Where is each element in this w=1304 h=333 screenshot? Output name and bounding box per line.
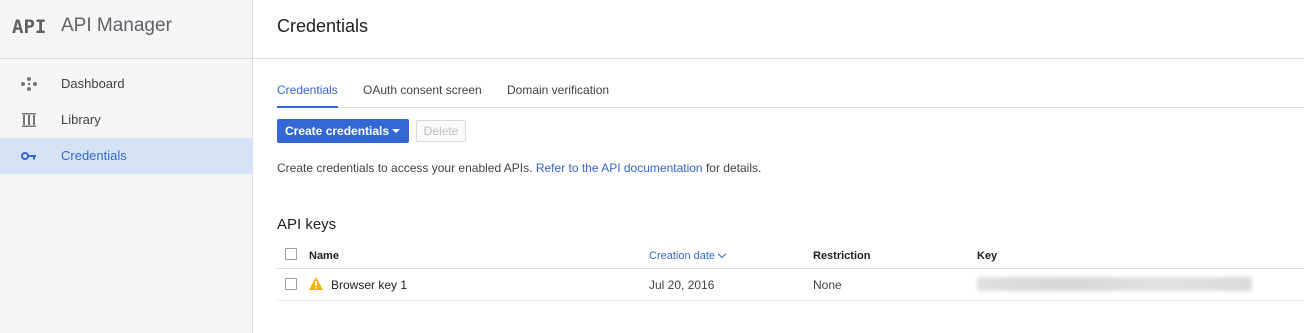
column-header-key[interactable]: Key	[977, 250, 997, 262]
api-logo: API	[12, 16, 47, 38]
page-header: Credentials	[253, 0, 1304, 59]
sidebar-item-label: Credentials	[61, 148, 127, 163]
key-icon	[21, 152, 36, 160]
main-content: Credentials Credentials OAuth consent sc…	[253, 0, 1304, 333]
dropdown-caret-icon	[392, 129, 400, 133]
create-credentials-label: Create credentials	[285, 124, 390, 138]
sidebar-item-library[interactable]: Library	[0, 102, 252, 138]
sort-descending-icon	[717, 249, 727, 259]
column-header-creation-date-label: Creation date	[649, 250, 716, 262]
helper-text: Create credentials to access your enable…	[277, 161, 761, 175]
redacted-key-value	[977, 277, 1252, 291]
table-header-row: Name Creation date Restriction Key	[277, 242, 1304, 269]
sidebar: API API Manager Dashboard Library Creden…	[0, 0, 253, 333]
delete-button[interactable]: Delete	[416, 120, 466, 142]
sidebar-item-label: Library	[61, 112, 101, 127]
create-credentials-button[interactable]: Create credentials	[277, 119, 409, 143]
warning-icon	[309, 277, 323, 290]
row-checkbox[interactable]	[285, 278, 297, 290]
tab-oauth-consent-screen[interactable]: OAuth consent screen	[363, 83, 482, 107]
sidebar-item-label: Dashboard	[61, 76, 125, 91]
dashboard-icon	[21, 77, 37, 91]
api-keys-table: Name Creation date Restriction Key Brows…	[277, 242, 1304, 301]
column-header-creation-date[interactable]: Creation date	[649, 249, 727, 262]
select-all-checkbox[interactable]	[285, 248, 297, 260]
tab-credentials[interactable]: Credentials	[277, 83, 338, 108]
restriction: None	[813, 278, 842, 292]
library-icon	[22, 113, 36, 127]
column-header-name[interactable]: Name	[309, 250, 339, 262]
table-row[interactable]: Browser key 1 Jul 20, 2016 None	[277, 269, 1304, 301]
helper-prefix: Create credentials to access your enable…	[277, 161, 533, 175]
tab-bar: Credentials OAuth consent screen Domain …	[277, 83, 1304, 108]
app-title: API Manager	[61, 15, 172, 36]
column-header-restriction[interactable]: Restriction	[813, 250, 870, 262]
app-window: API API Manager Dashboard Library Creden…	[0, 0, 1304, 333]
brand-header: API API Manager	[0, 0, 252, 59]
sidebar-item-credentials[interactable]: Credentials	[0, 138, 252, 174]
tab-domain-verification[interactable]: Domain verification	[507, 83, 609, 107]
sidebar-item-dashboard[interactable]: Dashboard	[0, 66, 252, 102]
api-documentation-link[interactable]: Refer to the API documentation	[536, 161, 703, 175]
helper-suffix: for details.	[705, 161, 762, 175]
sidebar-nav: Dashboard Library Credentials	[0, 66, 252, 174]
creation-date: Jul 20, 2016	[649, 278, 715, 292]
key-name[interactable]: Browser key 1	[331, 278, 407, 292]
api-keys-title: API keys	[277, 216, 337, 233]
page-title: Credentials	[277, 16, 369, 36]
